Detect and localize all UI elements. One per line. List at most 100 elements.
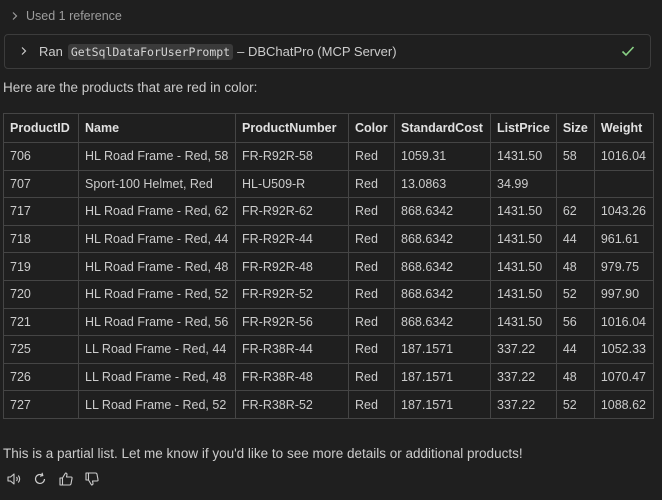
references-label: Used 1 reference (26, 9, 122, 23)
table-cell: HL Road Frame - Red, 56 (78, 307, 236, 337)
table-header-row: ProductID Name ProductNumber Color Stand… (3, 113, 654, 143)
table-row: 720 HL Road Frame - Red, 52 FR-R92R-52 R… (3, 279, 654, 309)
table-cell: 1431.50 (490, 252, 557, 281)
tool-call-summary[interactable]: Ran GetSqlDataForUserPrompt – DBChatPro … (4, 34, 651, 69)
table-cell: 1431.50 (490, 142, 557, 171)
table-cell: 13.0863 (394, 169, 491, 199)
table-cell: 961.61 (593, 224, 654, 254)
table-cell: 868.6342 (394, 279, 491, 309)
table-cell: 187.1571 (394, 390, 491, 419)
check-icon (620, 43, 636, 59)
table-cell: 868.6342 (394, 252, 491, 281)
table-cell: 868.6342 (394, 197, 491, 226)
table-cell: HL-U509-R (235, 169, 349, 199)
table-cell: 187.1571 (394, 335, 491, 364)
column-header: Weight (593, 113, 654, 143)
table-cell: Red (348, 390, 395, 419)
table-cell: FR-R38R-48 (235, 362, 349, 392)
table-cell: 725 (3, 335, 79, 364)
table-cell: 48 (555, 362, 595, 392)
table-cell: 1016.04 (593, 307, 654, 337)
thumbs-up-icon[interactable] (58, 471, 74, 487)
tool-call-prefix: Ran (39, 44, 63, 59)
table-cell: 706 (3, 142, 79, 171)
table-cell: HL Road Frame - Red, 52 (78, 279, 236, 309)
speaker-icon[interactable] (6, 471, 22, 487)
table-cell: 997.90 (593, 279, 654, 309)
table-cell: Red (348, 252, 395, 281)
table-cell: 44 (555, 335, 595, 364)
table-cell: FR-R92R-44 (235, 224, 349, 254)
column-header: StandardCost (394, 113, 491, 143)
table-cell (593, 169, 654, 199)
column-header: ListPrice (490, 113, 557, 143)
table-cell: FR-R38R-52 (235, 390, 349, 419)
table-cell: 1431.50 (490, 197, 557, 226)
table-cell: HL Road Frame - Red, 44 (78, 224, 236, 254)
table-cell: 337.22 (490, 362, 557, 392)
chat-response: Used 1 reference Ran GetSqlDataForUserPr… (0, 0, 662, 500)
thumbs-down-icon[interactable] (84, 471, 100, 487)
table-cell: LL Road Frame - Red, 48 (78, 362, 236, 392)
table-cell: 58 (555, 142, 595, 171)
table-cell: 1059.31 (394, 142, 491, 171)
retry-icon[interactable] (32, 471, 48, 487)
table-cell: Red (348, 142, 395, 171)
outro-text: This is a partial list. Let me know if y… (3, 446, 523, 461)
table-cell: FR-R92R-56 (235, 307, 349, 337)
table-cell: 1052.33 (593, 335, 654, 364)
table-cell: 718 (3, 224, 79, 254)
table-cell: 187.1571 (394, 362, 491, 392)
column-header: ProductNumber (235, 113, 349, 143)
table-cell: 868.6342 (394, 224, 491, 254)
table-cell: 707 (3, 169, 79, 199)
table-cell: Red (348, 335, 395, 364)
table-cell: 721 (3, 307, 79, 337)
table-row: 707 Sport-100 Helmet, Red HL-U509-R Red … (3, 169, 654, 199)
table-cell: 48 (555, 252, 595, 281)
column-header: Name (78, 113, 236, 143)
table-cell: FR-R92R-52 (235, 279, 349, 309)
table-cell: 717 (3, 197, 79, 226)
table-cell: 719 (3, 252, 79, 281)
table-cell: Red (348, 279, 395, 309)
table-cell: FR-R92R-48 (235, 252, 349, 281)
table-cell: FR-R92R-58 (235, 142, 349, 171)
table-cell: 1431.50 (490, 279, 557, 309)
table-cell: Sport-100 Helmet, Red (78, 169, 236, 199)
table-cell: 1431.50 (490, 307, 557, 337)
table-row: 717 HL Road Frame - Red, 62 FR-R92R-62 R… (3, 197, 654, 226)
table-cell: 44 (555, 224, 595, 254)
table-cell: 720 (3, 279, 79, 309)
table-cell: Red (348, 224, 395, 254)
column-header: Size (555, 113, 595, 143)
table-cell: FR-R92R-62 (235, 197, 349, 226)
references-toggle[interactable]: Used 1 reference (8, 6, 122, 26)
table-row: 727 LL Road Frame - Red, 52 FR-R38R-52 R… (3, 390, 654, 419)
table-cell: 52 (555, 390, 595, 419)
table-cell: HL Road Frame - Red, 58 (78, 142, 236, 171)
tool-name: GetSqlDataForUserPrompt (67, 43, 234, 60)
table-cell: FR-R38R-44 (235, 335, 349, 364)
table-cell: 56 (555, 307, 595, 337)
table-cell: Red (348, 197, 395, 226)
table-cell: 1016.04 (593, 142, 654, 171)
chevron-right-icon (8, 11, 22, 21)
table-cell: Red (348, 362, 395, 392)
table-cell: 62 (555, 197, 595, 226)
table-cell: 727 (3, 390, 79, 419)
table-cell: 1431.50 (490, 224, 557, 254)
table-cell: 1070.47 (593, 362, 654, 392)
table-cell: 979.75 (593, 252, 654, 281)
table-cell (555, 169, 595, 199)
column-header: ProductID (3, 113, 79, 143)
table-cell: HL Road Frame - Red, 62 (78, 197, 236, 226)
table-row: 726 LL Road Frame - Red, 48 FR-R38R-48 R… (3, 362, 654, 392)
table-row: 721 HL Road Frame - Red, 56 FR-R92R-56 R… (3, 307, 654, 337)
table-row: 718 HL Road Frame - Red, 44 FR-R92R-44 R… (3, 224, 654, 254)
chevron-right-icon (19, 45, 29, 59)
table-cell: 337.22 (490, 390, 557, 419)
table-cell: 337.22 (490, 335, 557, 364)
results-table: ProductID Name ProductNumber Color Stand… (3, 113, 654, 419)
table-row: 725 LL Road Frame - Red, 44 FR-R38R-44 R… (3, 335, 654, 364)
